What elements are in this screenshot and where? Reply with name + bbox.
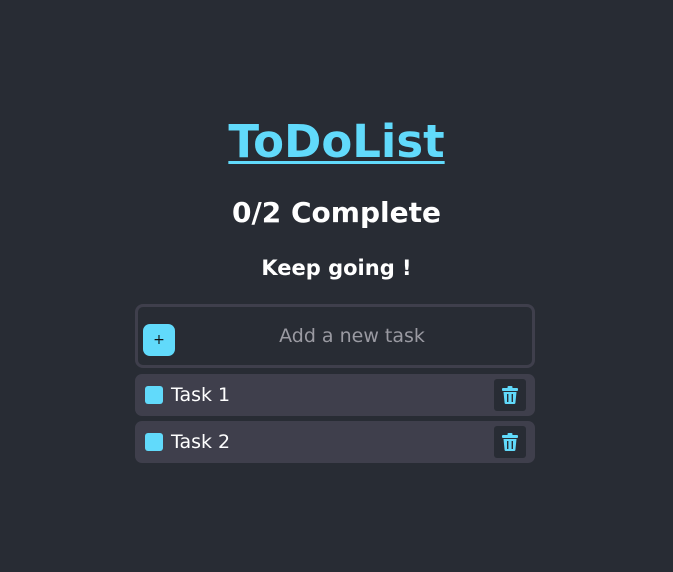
task-item: Task 2: [135, 421, 535, 463]
task-label: Task 1: [171, 384, 231, 406]
add-task-button[interactable]: +: [143, 324, 175, 356]
motivation-message: Keep going !: [261, 256, 412, 280]
new-task-input[interactable]: [182, 319, 522, 353]
delete-task-button[interactable]: [494, 426, 526, 458]
task-label: Task 2: [171, 431, 231, 453]
app-title[interactable]: ToDoList: [0, 114, 673, 170]
add-task-form: +: [135, 304, 535, 368]
delete-task-button[interactable]: [494, 379, 526, 411]
todo-app: ToDoList 0/2 Complete Keep going ! + Tas…: [0, 0, 673, 572]
task-checkbox[interactable]: [145, 433, 163, 451]
task-checkbox[interactable]: [145, 386, 163, 404]
trash-icon: [502, 433, 518, 451]
task-item: Task 1: [135, 374, 535, 416]
trash-icon: [502, 386, 518, 404]
progress-counter: 0/2 Complete: [232, 196, 441, 229]
